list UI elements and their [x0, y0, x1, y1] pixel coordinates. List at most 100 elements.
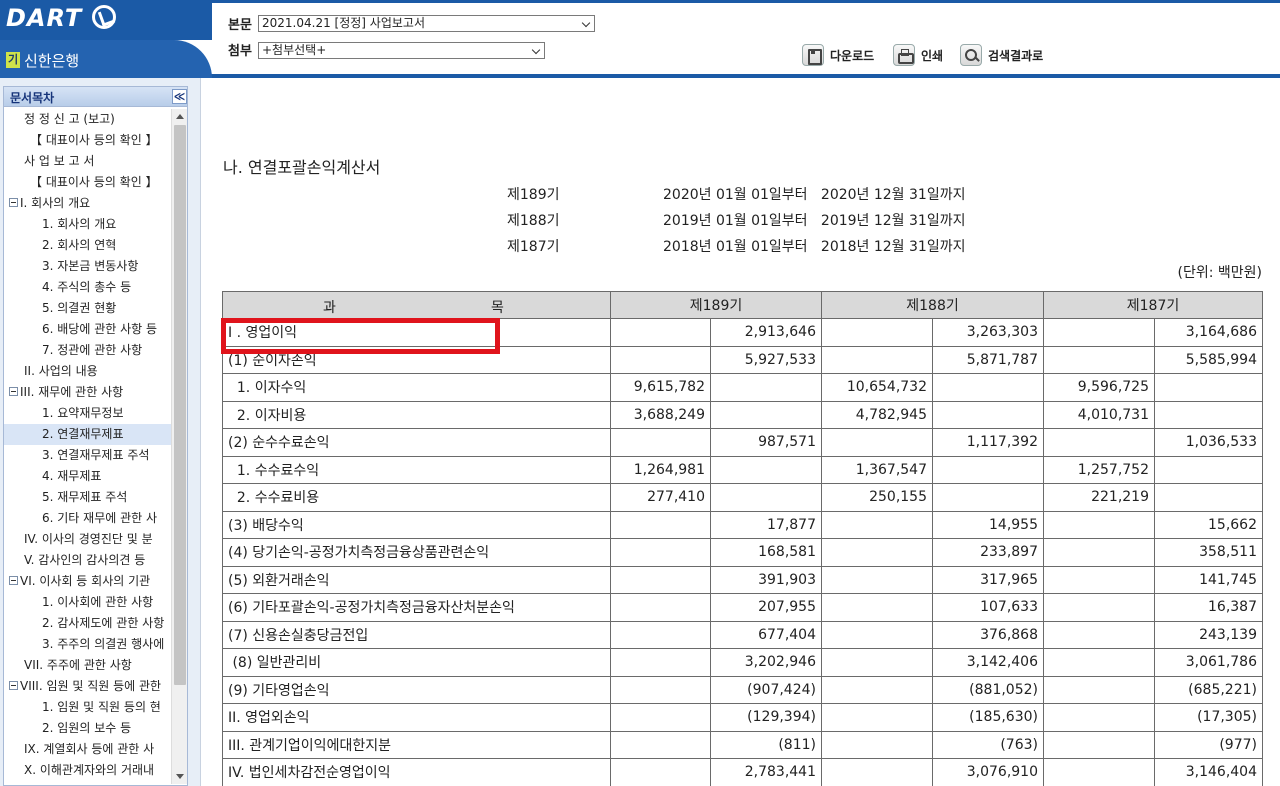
sidebar-item[interactable]: 2. 회사의 연혁	[4, 235, 172, 256]
sidebar-item[interactable]: 5. 의결권 현황	[4, 298, 172, 319]
sidebar-item[interactable]: 3. 자본금 변동사항	[4, 256, 172, 277]
sidebar-item[interactable]: VI. 이사회 등 회사의 기관	[4, 571, 172, 592]
amount-cell	[932, 373, 1044, 402]
sidebar-item[interactable]: VII. 주주에 관한 사항	[4, 655, 172, 676]
sidebar-item[interactable]: III. 재무에 관한 사항	[4, 382, 172, 403]
tree-collapse-icon[interactable]	[9, 198, 18, 207]
sidebar-item[interactable]: II. 사업의 내용	[4, 361, 172, 382]
sidebar-item[interactable]: 【 대표이사 등의 확인 】	[4, 130, 172, 151]
amount-cell: 277,410	[610, 483, 711, 512]
scroll-up-icon[interactable]	[172, 109, 187, 123]
doc-select-value: 2021.04.21 [정정] 사업보고서	[262, 16, 425, 30]
amount-cell	[821, 675, 933, 704]
sidebar-item[interactable]: 2. 연결재무제표	[4, 424, 172, 445]
scroll-thumb[interactable]	[174, 125, 186, 685]
sidebar-item[interactable]: 4. 주식의 총수 등	[4, 277, 172, 298]
tree-collapse-icon[interactable]	[9, 576, 18, 585]
amount-cell: 3,688,249	[610, 400, 711, 429]
period-name: 제187기	[507, 239, 560, 255]
sidebar-item[interactable]: VIII. 임원 및 직원 등에 관한	[4, 676, 172, 697]
toc-scrollbar[interactable]	[171, 109, 187, 784]
collapse-sidebar-button[interactable]: ≪	[172, 89, 187, 104]
sidebar-item-label: 사 업 보 고 서	[24, 154, 95, 168]
sidebar-item[interactable]: 3. 주주의 의결권 행사에	[4, 634, 172, 655]
sidebar-item-label: IX. 계열회사 등에 관한 사	[24, 742, 155, 756]
attach-select-value: +첨부선택+	[262, 43, 327, 57]
sidebar-item[interactable]: 2. 임원의 보수 등	[4, 718, 172, 739]
sidebar-item[interactable]: X. 이해관계자와의 거래내	[4, 760, 172, 781]
amount-cell: 168,581	[710, 538, 822, 567]
sidebar-item-label: IV. 이사의 경영진단 및 분	[24, 532, 153, 546]
amount-cell	[1043, 648, 1155, 677]
amount-cell	[610, 730, 711, 759]
amount-cell: 3,263,303	[932, 318, 1044, 347]
sidebar-item-label: 6. 배당에 관한 사항 등	[42, 322, 158, 336]
table-row: (6) 기타포괄손익-공정가치측정금융자산처분손익 207,955 107,633 1…	[222, 593, 1263, 622]
amount-cell: (811)	[710, 730, 822, 759]
sidebar-item-label: 1. 회사의 개요	[42, 217, 117, 231]
printer-icon	[893, 44, 915, 66]
print-button[interactable]: 인쇄	[893, 44, 943, 66]
amount-cell: (881,052)	[932, 675, 1044, 704]
search-results-button[interactable]: 검색결과로	[960, 44, 1043, 66]
sidebar-item[interactable]: 7. 정관에 관한 사항	[4, 340, 172, 361]
sidebar-item[interactable]: 3. 연결재무제표 주석	[4, 445, 172, 466]
amount-cell: 207,955	[710, 593, 822, 622]
amount-cell	[1043, 565, 1155, 594]
sidebar-item-label: V. 감사인의 감사의견 등	[24, 553, 146, 567]
account-name-cell: (7) 신용손실충당금전입	[222, 620, 611, 649]
dart-logo[interactable]: DART	[6, 4, 116, 32]
sidebar-item[interactable]: 6. 기타 재무에 관한 사	[4, 508, 172, 529]
sidebar-item[interactable]: 1. 요약재무정보	[4, 403, 172, 424]
document-content: 나. 연결포괄손익계산서 제189기 2020년 01월 01일부터 2020년…	[200, 78, 1280, 786]
sidebar-item[interactable]: V. 감사인의 감사의견 등	[4, 550, 172, 571]
doc-select[interactable]: 2021.04.21 [정정] 사업보고서	[258, 15, 595, 32]
amount-cell: 17,877	[710, 510, 822, 539]
sidebar-item[interactable]: IV. 이사의 경영진단 및 분	[4, 529, 172, 550]
amount-cell: (185,630)	[932, 703, 1044, 732]
table-row: (8) 일반관리비 3,202,946 3,142,406 3,061,786	[222, 648, 1263, 677]
amount-cell	[1043, 593, 1155, 622]
account-name-cell: (1) 순이자손익	[222, 345, 611, 374]
table-row: II. 영업외손익 (129,394) (185,630) (17,305)	[222, 703, 1263, 732]
sidebar-item[interactable]: 6. 배당에 관한 사항 등	[4, 319, 172, 340]
amount-cell	[821, 510, 933, 539]
sidebar-item[interactable]: 사 업 보 고 서	[4, 151, 172, 172]
table-row: (9) 기타영업손익 (907,424) (881,052) (685,221)	[222, 675, 1263, 704]
sidebar-item[interactable]: 2. 감사제도에 관한 사항	[4, 613, 172, 634]
sidebar-item[interactable]: 1. 회사의 개요	[4, 214, 172, 235]
amount-cell	[610, 510, 711, 539]
sidebar-item[interactable]: I. 회사의 개요	[4, 193, 172, 214]
table-row: I . 영업이익 2,913,646 3,263,303 3,164,686	[222, 318, 1263, 347]
account-name-cell: (6) 기타포괄손익-공정가치측정금융자산처분손익	[222, 593, 611, 622]
tree-collapse-icon[interactable]	[9, 387, 18, 396]
sidebar-item[interactable]: 【 대표이사 등의 확인 】	[4, 172, 172, 193]
sidebar-item[interactable]: IX. 계열회사 등에 관한 사	[4, 739, 172, 760]
amount-cell	[610, 428, 711, 457]
sidebar-item[interactable]: 1. 이사회에 관한 사항	[4, 592, 172, 613]
attach-select[interactable]: +첨부선택+	[258, 42, 545, 59]
amount-cell: (17,305)	[1154, 703, 1263, 732]
account-name-cell: (2) 순수수료손익	[222, 428, 611, 457]
sidebar-item-label: 【 대표이사 등의 확인 】	[30, 133, 158, 147]
amount-cell	[1043, 318, 1155, 347]
sidebar-item[interactable]: 1. 임원 및 직원 등의 현	[4, 697, 172, 718]
sidebar-item-label: III. 재무에 관한 사항	[20, 385, 124, 399]
amount-cell: 5,927,533	[710, 345, 822, 374]
sidebar-item[interactable]: 정 정 신 고 (보고)	[4, 109, 172, 130]
account-name-cell: 1. 수수료수익	[222, 455, 611, 484]
scroll-down-icon[interactable]	[172, 770, 187, 784]
table-row: (7) 신용손실충당금전입 677,404 376,868 243,139	[222, 620, 1263, 649]
top-header: DART 기 신한은행 본문 2021.04.21 [정정] 사업보고서 첨부 …	[0, 0, 1280, 78]
sidebar-item[interactable]: 4. 재무제표	[4, 466, 172, 487]
amount-cell	[610, 758, 711, 786]
amount-cell: (129,394)	[710, 703, 822, 732]
tree-collapse-icon[interactable]	[9, 681, 18, 690]
account-name-cell: (8) 일반관리비	[222, 648, 611, 677]
table-row: IV. 법인세차감전순영업이익 2,783,441 3,076,910 3,146,4…	[222, 758, 1263, 786]
amount-cell	[821, 593, 933, 622]
sidebar-item-label: X. 이해관계자와의 거래내	[24, 763, 155, 777]
sidebar-item[interactable]: 5. 재무제표 주석	[4, 487, 172, 508]
amount-cell	[932, 455, 1044, 484]
download-button[interactable]: 다운로드	[802, 44, 874, 66]
